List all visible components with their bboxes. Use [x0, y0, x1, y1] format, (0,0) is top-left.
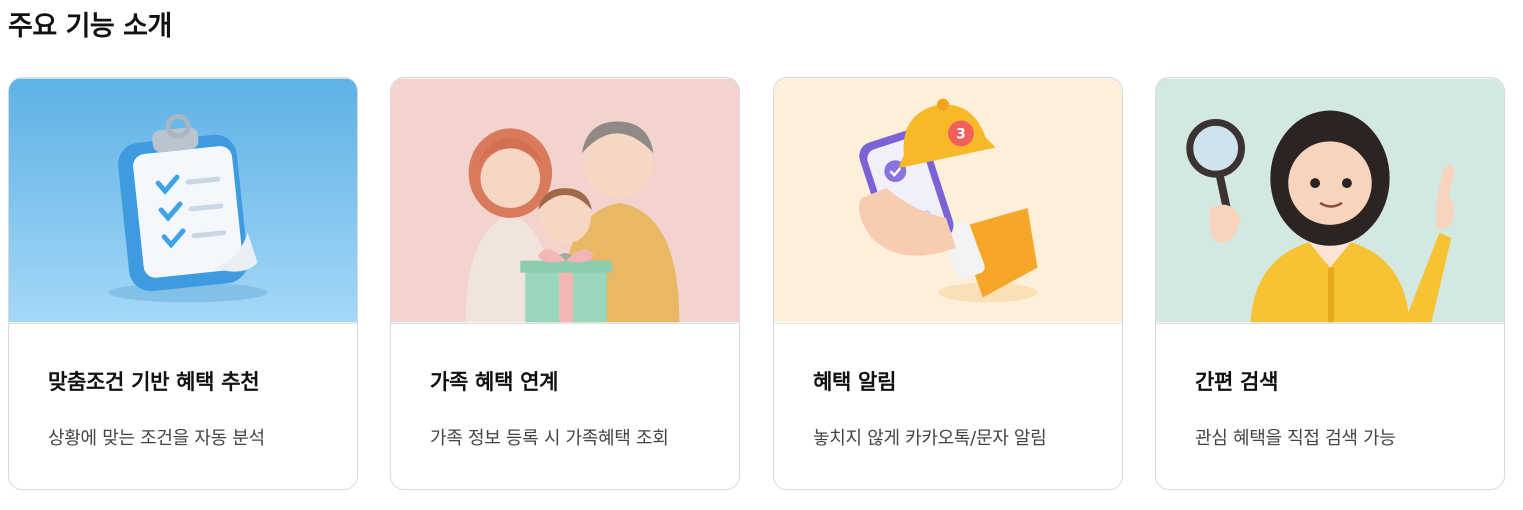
- card-title: 혜택 알림: [813, 370, 897, 394]
- card-title: 간편 검색: [1195, 370, 1279, 394]
- card-description: 가족 정보 등록 시 가족혜택 조회: [430, 428, 669, 449]
- notification-badge: 3: [956, 126, 966, 142]
- feature-card-family[interactable]: 가족 혜택 연계 가족 정보 등록 시 가족혜택 조회: [390, 77, 740, 490]
- feature-card-recommendation[interactable]: 맞춤조건 기반 혜택 추천 상황에 맞는 조건을 자동 분석: [8, 77, 358, 490]
- family-gift-illustration: [391, 78, 739, 324]
- woman-magnifier-illustration: [1156, 78, 1504, 324]
- clipboard-checklist-illustration: [9, 78, 357, 324]
- card-title: 맞춤조건 기반 혜택 추천: [48, 370, 260, 394]
- card-description: 상황에 맞는 조건을 자동 분석: [48, 428, 265, 449]
- card-description: 놓치지 않게 카카오톡/문자 알림: [813, 428, 1047, 449]
- feature-card-search[interactable]: 간편 검색 관심 혜택을 직접 검색 가능: [1155, 77, 1505, 490]
- phone-bell-notification-illustration: 3: [774, 78, 1122, 324]
- card-title: 가족 혜택 연계: [430, 370, 559, 394]
- card-description: 관심 혜택을 직접 검색 가능: [1195, 428, 1396, 449]
- feature-card-notification[interactable]: 3 혜택 알림 놓치지 않게 카카오톡/문자 알림: [773, 77, 1123, 490]
- section-title: 주요 기능 소개: [8, 11, 172, 42]
